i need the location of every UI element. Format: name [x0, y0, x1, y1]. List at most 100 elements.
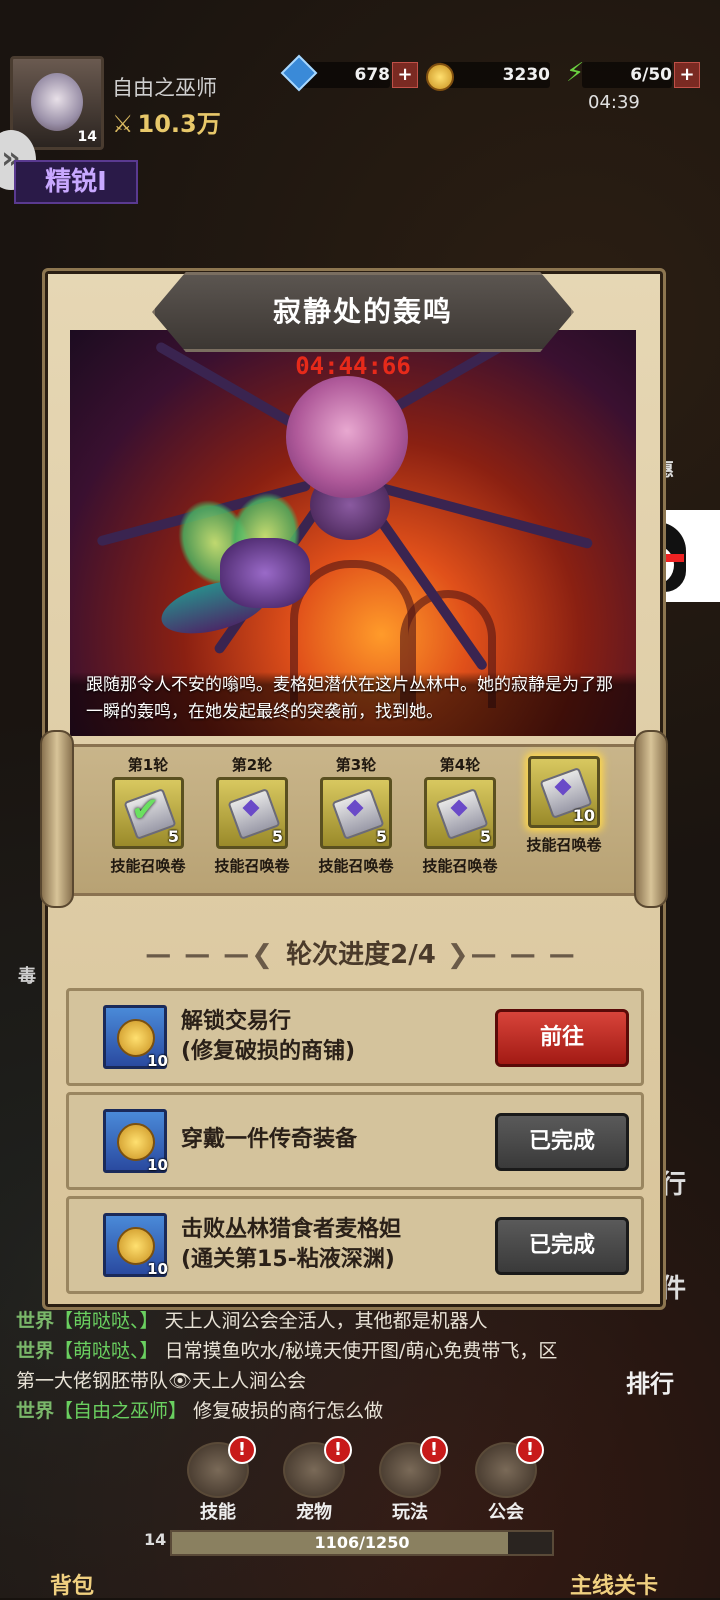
alert-badge: ! [324, 1436, 352, 1464]
player-power: ⚔ 10.3万 [112, 104, 221, 139]
task-title: 解锁交易行 [181, 1009, 292, 1034]
tab-pet[interactable]: 宠物 ! [274, 1436, 354, 1523]
chat-sender: 【萌哒哒、】 [54, 1310, 159, 1332]
go-button[interactable]: 前往 [495, 1009, 629, 1067]
round-reward-4[interactable]: 第4轮 5 技能召唤卷 [412, 754, 508, 876]
reward-name: 技能召唤卷 [526, 836, 602, 854]
spider-leg [368, 480, 594, 550]
task-subtitle: (修复破损的商铺) [181, 1039, 356, 1064]
task-subtitle: (通关第15-粘液深渊) [181, 1247, 395, 1272]
scroll-roll-right [634, 730, 668, 908]
energy-counter: ⚡ 6/50 + [566, 60, 700, 88]
chat-channel: 世界 [16, 1400, 55, 1422]
reward-count: 5 [167, 827, 179, 846]
chat-text: 天上人涧公会全活人，其他都是机器人 [164, 1310, 488, 1332]
reward-item: 5 [424, 777, 496, 849]
task-reward-count: 10 [147, 1052, 168, 1070]
round-label: 第3轮 [335, 756, 377, 774]
event-timer: 04:44:66 [295, 352, 411, 380]
reward-icon: 10 [103, 1005, 168, 1070]
task-row: 10 解锁交易行 (修复破损的商铺) 前往 [66, 988, 644, 1086]
side-label-du: 毒 [18, 966, 36, 987]
power-value: 10.3万 [137, 110, 221, 138]
round-reward-3[interactable]: 第3轮 5 技能召唤卷 [308, 754, 404, 876]
fairy-body [220, 538, 310, 608]
task-reward-count: 10 [147, 1260, 168, 1278]
task-reward-count: 10 [147, 1156, 168, 1174]
gold-coin-icon [426, 63, 454, 91]
chat-sender: 【自由之巫师】 [54, 1400, 188, 1422]
chat-message: 世界【自由之巫师】 修复破损的商行怎么做 [16, 1396, 576, 1426]
reward-count: 10 [572, 806, 595, 825]
reward-icon: 10 [103, 1109, 168, 1174]
task-row: 10 击败丛林猎食者麦格妲 (通关第15-粘液深渊) 已完成 [66, 1196, 644, 1294]
reward-name: 技能召唤卷 [110, 857, 186, 875]
task-text: 解锁交易行 (修复破损的商铺) [181, 1007, 355, 1067]
gold-value: 3230 [502, 65, 550, 85]
reward-item: 10 [528, 756, 600, 828]
round-progress-label: 轮次进度2/4 [286, 940, 436, 970]
round-label: 第2轮 [231, 756, 273, 774]
reward-name: 技能召唤卷 [422, 857, 498, 875]
chat-message: 世界【萌哒哒、】 天上人涧公会全活人，其他都是机器人 [16, 1306, 576, 1336]
alert-badge: ! [516, 1436, 544, 1464]
xp-text: 1106/1250 [314, 1533, 410, 1552]
bag-button[interactable]: 背包 [50, 1568, 94, 1600]
task-text: 击败丛林猎食者麦格妲 (通关第15-粘液深渊) [181, 1215, 401, 1275]
chat-text: 修复破损的商行怎么做 [193, 1400, 384, 1422]
divider-left: — — —❮ [145, 940, 287, 970]
round-progress-heading: — — —❮ 轮次进度2/4 ❯— — — [136, 934, 586, 971]
add-gems-button[interactable]: + [392, 62, 418, 88]
round-reward-1[interactable]: 第1轮 ✔ 5 技能召唤卷 [100, 754, 196, 876]
event-title: 寂静处的轰鸣 [152, 272, 574, 352]
completed-button[interactable]: 已完成 [495, 1113, 629, 1171]
gold-counter: 3230 [426, 62, 550, 91]
task-row: 10 穿戴一件传奇装备 已完成 [66, 1092, 644, 1190]
task-title: 击败丛林猎食者麦格妲 [181, 1217, 402, 1242]
xp-level: 14 [144, 1530, 167, 1549]
energy-bolt-icon: ⚡ [566, 58, 585, 88]
reward-item: 5 [320, 777, 392, 849]
round-label: 第1轮 [127, 756, 169, 774]
tab-skill[interactable]: 技能 ! [178, 1436, 258, 1523]
claimed-check-icon: ✔ [131, 790, 160, 830]
alert-badge: ! [228, 1436, 256, 1464]
chat-channel: 世界 [16, 1310, 55, 1332]
player-level: 14 [77, 129, 97, 145]
reward-icon: 10 [103, 1213, 168, 1278]
avatar-face [31, 73, 83, 131]
rank-button[interactable]: 排行 [626, 1364, 674, 1399]
completed-button[interactable]: 已完成 [495, 1217, 629, 1275]
tab-label: 技能 [200, 1502, 236, 1523]
add-energy-button[interactable]: + [674, 62, 700, 88]
mainline-stage-button[interactable]: 主线关卡 [570, 1568, 658, 1600]
round-reward-final[interactable]: 10 技能召唤卷 [516, 754, 612, 855]
gem-counter: 678 + [280, 54, 418, 92]
elite-badge[interactable]: 精锐Ⅰ [14, 160, 138, 204]
chat-message: 世界【萌哒哒、】 日常摸鱼吹水/秘境天使开图/萌心免费带飞，区第一大佬钢胚带队👁… [16, 1336, 576, 1396]
player-name: 自由之巫师 [112, 76, 217, 100]
gem-icon [280, 54, 318, 92]
world-chat[interactable]: 世界【萌哒哒、】 天上人涧公会全活人，其他都是机器人 世界【萌哒哒、】 日常摸鱼… [16, 1306, 576, 1426]
tab-label: 公会 [488, 1502, 524, 1523]
reward-name: 技能召唤卷 [318, 857, 394, 875]
chat-sender: 【萌哒哒、】 [54, 1340, 159, 1362]
energy-timer: 04:39 [588, 92, 640, 113]
divider-right: ❯— — — [435, 940, 577, 970]
scroll-roll-left [40, 730, 74, 908]
tab-play[interactable]: 玩法 ! [370, 1436, 450, 1523]
energy-value: 6/50 [630, 65, 672, 85]
top-bar: 14 自由之巫师 ⚔ 10.3万 678 + 3230 ⚡ 6/50 + 04:3… [0, 0, 720, 150]
tab-guild[interactable]: 公会 ! [466, 1436, 546, 1523]
event-description: 跟随那令人不安的嗡鸣。麦格妲潜伏在这片丛林中。她的寂静是为了那一瞬的轰鸣，在她发… [70, 672, 636, 736]
reward-name: 技能召唤卷 [214, 857, 290, 875]
chat-channel: 世界 [16, 1340, 55, 1362]
reward-item: ✔ 5 [112, 777, 184, 849]
gem-value: 678 [354, 65, 391, 85]
xp-bar: 1106/1250 [170, 1530, 554, 1556]
reward-item: 5 [216, 777, 288, 849]
tab-label: 宠物 [296, 1502, 332, 1523]
alert-badge: ! [420, 1436, 448, 1464]
swords-icon: ⚔ [112, 110, 134, 138]
round-reward-2[interactable]: 第2轮 5 技能召唤卷 [204, 754, 300, 876]
